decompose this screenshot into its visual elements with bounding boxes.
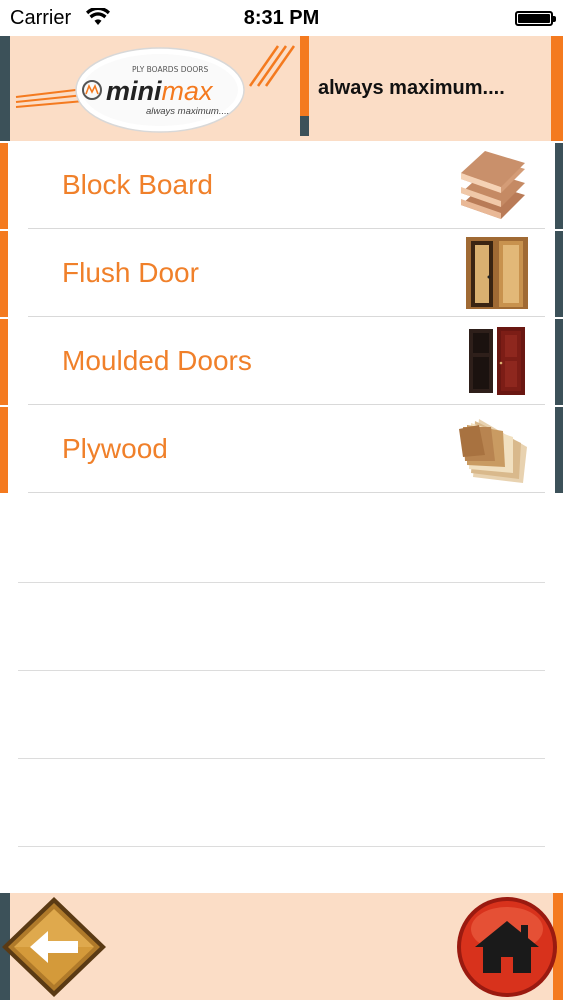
list-item-label: Moulded Doors	[62, 345, 252, 376]
header-tagline: always maximum....	[318, 77, 505, 99]
empty-row-divider	[18, 846, 545, 847]
clock: 8:31 PM	[243, 7, 320, 29]
list-item-label: Flush Door	[62, 257, 199, 288]
battery-icon	[515, 11, 556, 26]
plywood-thumb	[459, 419, 527, 483]
flush-door-thumb	[466, 237, 528, 309]
empty-row-divider	[18, 758, 545, 759]
minimax-logo: PLY BOARDS DOORS minimax always maximum.…	[15, 45, 296, 133]
list-item-label: Block Board	[62, 169, 213, 200]
product-list: Block Board Flush Door Moulded Doors Ply…	[0, 141, 563, 493]
header-divider-bar-dark	[300, 116, 309, 136]
empty-row-divider	[18, 582, 545, 583]
svg-text:always maximum....: always maximum....	[146, 106, 229, 117]
footer-toolbar	[0, 893, 563, 1000]
header-left-stripe	[0, 36, 10, 141]
list-item-block-board[interactable]: Block Board	[0, 141, 563, 229]
moulded-doors-thumb	[469, 327, 525, 395]
back-button[interactable]	[0, 895, 108, 999]
back-arrow-icon	[2, 897, 106, 997]
status-bar: Carrier 8:31 PM	[0, 0, 563, 36]
header-right-stripe	[551, 36, 563, 141]
svg-text:PLY BOARDS DOORS: PLY BOARDS DOORS	[132, 65, 209, 74]
list-item-plywood[interactable]: Plywood	[0, 405, 563, 493]
home-button[interactable]	[455, 895, 559, 999]
list-item-flush-door[interactable]: Flush Door	[0, 229, 563, 317]
home-icon	[457, 897, 557, 997]
list-item-moulded-doors[interactable]: Moulded Doors	[0, 317, 563, 405]
app-header: PLY BOARDS DOORS minimax always maximum.…	[0, 36, 563, 141]
empty-row-divider	[18, 670, 545, 671]
list-item-label: Plywood	[62, 433, 168, 464]
svg-text:minimax: minimax	[106, 76, 214, 106]
block-board-thumb	[461, 151, 525, 219]
